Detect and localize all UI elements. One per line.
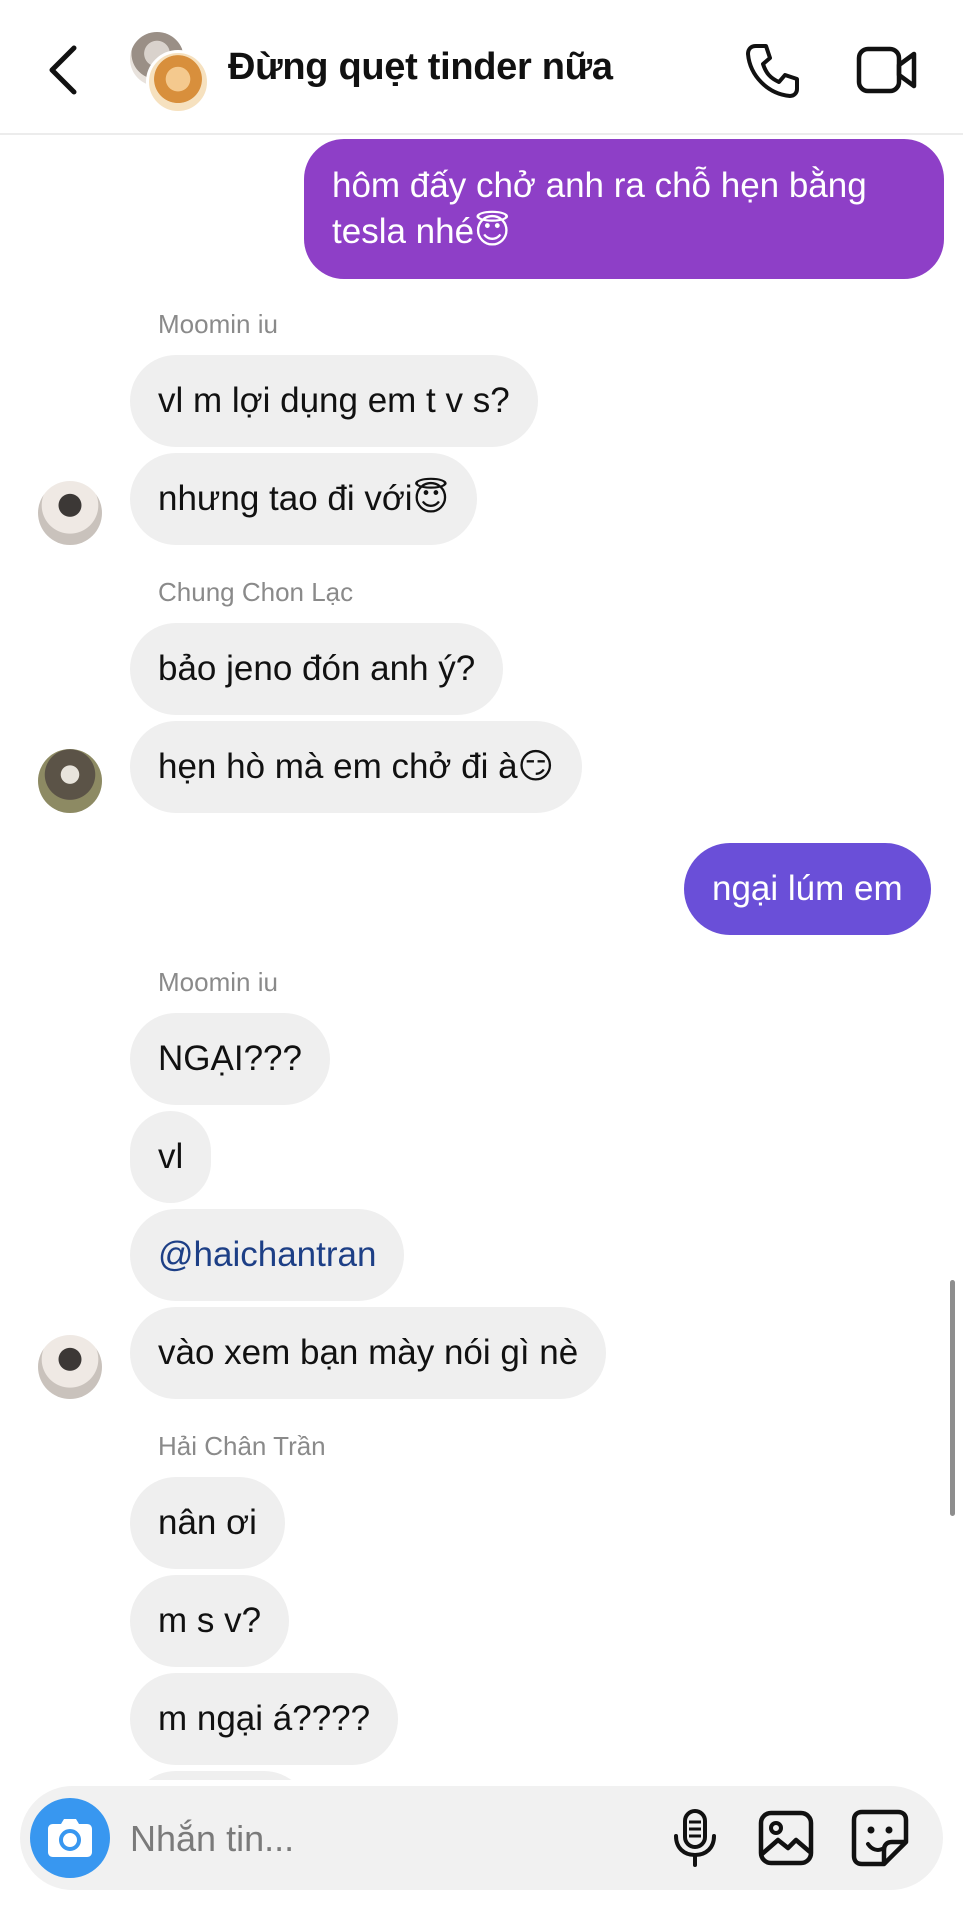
message-text: vl m lợi dụng em t v s? [158, 381, 510, 420]
microphone-icon[interactable] [670, 1808, 720, 1868]
message-text: vào xem bạn mày nói gì nè [158, 1333, 579, 1372]
message-composer [20, 1786, 943, 1890]
user-mention-link[interactable]: @haichantran [158, 1232, 376, 1278]
incoming-message[interactable]: vào xem bạn mày nói gì nè [130, 1307, 607, 1399]
member-avatar [146, 50, 210, 114]
message-text: nân ơi [158, 1503, 257, 1542]
group-avatar[interactable] [130, 32, 210, 114]
avatar[interactable] [38, 749, 102, 813]
message-thread[interactable]: hôm đấy chở anh ra chỗ hẹn bằng tesla nh… [0, 135, 963, 1780]
message-text: bảo jeno đón anh ý? [158, 649, 476, 688]
sender-name: Moomin iu [158, 309, 278, 339]
message-text: m ngại á???? [158, 1699, 371, 1738]
message-text: m s v? [158, 1601, 262, 1640]
phone-icon[interactable] [742, 40, 802, 100]
sticker-icon[interactable] [850, 1808, 910, 1868]
incoming-message[interactable]: m s v? [130, 1575, 290, 1667]
incoming-message[interactable]: m ngại á???? [130, 1673, 399, 1765]
incoming-message[interactable] [130, 1771, 310, 1780]
sender-name: Moomin iu [158, 967, 278, 997]
message-text: nhưng tao đi với😇 [158, 479, 450, 518]
incoming-message[interactable]: bảo jeno đón anh ý? [130, 623, 504, 715]
sender-name: Hải Chân Trần [158, 1431, 326, 1461]
incoming-message[interactable]: nhưng tao đi với😇 [130, 453, 478, 545]
avatar[interactable] [38, 481, 102, 545]
back-icon[interactable] [40, 40, 90, 100]
chat-title[interactable]: Đừng quẹt tinder nữa [228, 46, 613, 89]
message-text: ngại lúm em [712, 869, 903, 908]
incoming-message[interactable]: hẹn hò mà em chở đi à😏 [130, 721, 583, 813]
message-text: hôm đấy chở anh ra chỗ hẹn bằng [332, 166, 867, 205]
video-camera-icon[interactable] [856, 44, 918, 96]
chat-header: Đừng quẹt tinder nữa [0, 0, 963, 135]
avatar[interactable] [38, 1335, 102, 1399]
incoming-message[interactable]: NGẠI??? [130, 1013, 330, 1105]
outgoing-message[interactable]: hôm đấy chở anh ra chỗ hẹn bằng tesla nh… [304, 139, 944, 279]
incoming-message[interactable]: vl m lợi dụng em t v s? [130, 355, 538, 447]
message-text: hẹn hò mà em chở đi à😏 [158, 747, 555, 786]
camera-icon[interactable] [30, 1798, 110, 1878]
scrollbar[interactable] [950, 1280, 955, 1516]
outgoing-message[interactable]: ngại lúm em [684, 843, 931, 935]
message-input[interactable] [128, 1810, 652, 1868]
incoming-message[interactable]: nân ơi [130, 1477, 285, 1569]
incoming-message[interactable]: @haichantran [130, 1209, 405, 1301]
image-icon[interactable] [758, 1810, 814, 1866]
incoming-message[interactable]: vl [130, 1111, 212, 1203]
message-text: vl [158, 1137, 184, 1176]
message-text: tesla nhé😇 [332, 212, 511, 251]
message-text: NGẠI??? [158, 1039, 302, 1078]
sender-name: Chung Chon Lạc [158, 577, 354, 607]
